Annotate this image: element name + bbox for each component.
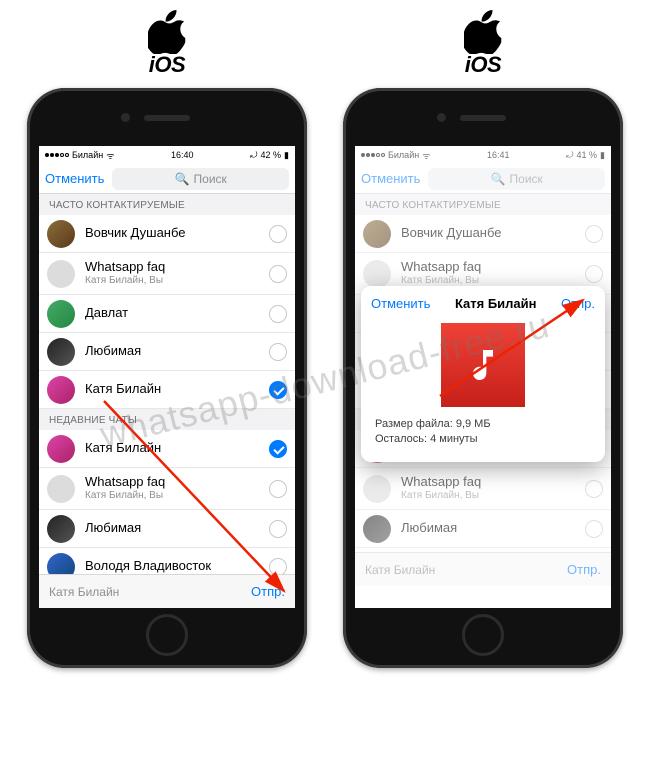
stage: iOS Билайн ᯤ 16:40 ⤾ 42 % — [0, 0, 650, 678]
radio-unchecked[interactable] — [269, 225, 287, 243]
avatar — [47, 338, 75, 366]
status-bar: Билайн ᯤ 16:40 ⤾ 42 % ▮ — [39, 146, 295, 164]
send-button[interactable]: Отпр. — [251, 584, 285, 599]
cancel-button[interactable]: Отменить — [45, 171, 104, 186]
contact-row[interactable]: Давлат — [39, 295, 295, 333]
contact-row[interactable]: Whatsapp faqКатя Билайн, Вы — [39, 468, 295, 510]
right-column: iOS Билайн ᯤ 16:41 ⤾ 41 % — [343, 10, 623, 668]
avatar — [47, 515, 75, 543]
section-header-frequent: ЧАСТО КОНТАКТИРУЕМЫЕ — [39, 194, 295, 215]
apple-logo-icon — [464, 10, 502, 54]
popup-title: Катя Билайн — [455, 296, 537, 311]
contact-row[interactable]: Любимая — [355, 510, 611, 548]
battery-label: 41 % — [577, 150, 598, 160]
ios-label: iOS — [148, 10, 186, 78]
wifi-icon: ᯤ — [422, 149, 430, 162]
footer-bar: Катя Билайн Отпр. — [355, 552, 611, 586]
cancel-button[interactable]: Отменить — [361, 171, 420, 186]
radio-unchecked[interactable] — [269, 343, 287, 361]
rotation-lock-icon: ⤾ — [566, 150, 574, 161]
nav-bar: Отменить 🔍 Поиск — [39, 164, 295, 194]
search-input[interactable]: 🔍 Поиск — [112, 168, 289, 190]
radio-unchecked[interactable] — [269, 480, 287, 498]
battery-icon: ▮ — [284, 150, 289, 161]
battery-label: 42 % — [261, 150, 282, 160]
contact-row[interactable]: Вовчик Душанбе — [355, 215, 611, 253]
radio-unchecked[interactable] — [269, 520, 287, 538]
radio-checked[interactable] — [269, 381, 287, 399]
contact-row[interactable]: Катя Билайн — [39, 371, 295, 409]
clock: 16:40 — [171, 150, 194, 160]
battery-icon: ▮ — [600, 150, 605, 161]
phone-frame-left: Билайн ᯤ 16:40 ⤾ 42 % ▮ Отменить — [27, 88, 307, 668]
screen-right: Билайн ᯤ 16:41 ⤾ 41 % ▮ Отменить — [355, 146, 611, 608]
signal-icon — [45, 153, 69, 157]
avatar — [47, 300, 75, 328]
file-meta: Размер файла: 9,9 МБ Осталось: 4 минуты — [371, 417, 595, 448]
contact-row[interactable]: Катя Билайн — [39, 430, 295, 468]
left-column: iOS Билайн ᯤ 16:40 ⤾ 42 % — [27, 10, 307, 668]
signal-icon — [361, 153, 385, 157]
clock: 16:41 — [487, 150, 510, 160]
status-bar: Билайн ᯤ 16:41 ⤾ 41 % ▮ — [355, 146, 611, 164]
avatar — [47, 475, 75, 503]
send-button[interactable]: Отпр. — [567, 562, 601, 577]
avatar — [47, 260, 75, 288]
search-icon: 🔍 — [491, 172, 506, 186]
time-remaining-label: Осталось: 4 минуты — [375, 432, 591, 447]
radio-unchecked[interactable] — [269, 558, 287, 576]
ios-label: iOS — [464, 10, 502, 78]
wifi-icon: ᯤ — [106, 149, 114, 162]
screen-left: Билайн ᯤ 16:40 ⤾ 42 % ▮ Отменить — [39, 146, 295, 608]
radio-unchecked[interactable] — [269, 265, 287, 283]
contact-row[interactable]: Whatsapp faqКатя Билайн, Вы — [355, 468, 611, 510]
home-button[interactable] — [146, 614, 188, 656]
apple-logo-icon — [148, 10, 186, 54]
radio-unchecked[interactable] — [269, 305, 287, 323]
carrier-label: Билайн — [72, 150, 103, 160]
avatar — [47, 220, 75, 248]
contact-row[interactable]: Вовчик Душанбе — [39, 215, 295, 253]
popup-send-button[interactable]: Отпр. — [561, 296, 595, 311]
home-button[interactable] — [462, 614, 504, 656]
file-size-label: Размер файла: 9,9 МБ — [375, 417, 591, 432]
search-icon: 🔍 — [175, 172, 190, 186]
audio-file-thumbnail — [441, 323, 525, 407]
music-note-icon — [463, 345, 503, 385]
carrier-label: Билайн — [388, 150, 419, 160]
search-input[interactable]: 🔍 Поиск — [428, 168, 605, 190]
avatar — [47, 376, 75, 404]
contact-row[interactable]: Whatsapp faqКатя Билайн, Вы — [39, 253, 295, 295]
section-header-recent: НЕДАВНИЕ ЧАТЫ — [39, 409, 295, 430]
phone-frame-right: Билайн ᯤ 16:41 ⤾ 41 % ▮ Отменить — [343, 88, 623, 668]
radio-checked[interactable] — [269, 440, 287, 458]
send-file-popup: Отменить Катя Билайн Отпр. Размер файла:… — [361, 286, 605, 462]
selected-contact-label: Катя Билайн — [49, 585, 119, 599]
contact-row[interactable]: Любимая — [39, 333, 295, 371]
footer-bar: Катя Билайн Отпр. — [39, 574, 295, 608]
nav-bar: Отменить 🔍 Поиск — [355, 164, 611, 194]
popup-cancel-button[interactable]: Отменить — [371, 296, 430, 311]
rotation-lock-icon: ⤾ — [250, 150, 258, 161]
avatar — [47, 435, 75, 463]
contact-row[interactable]: Любимая — [39, 510, 295, 548]
